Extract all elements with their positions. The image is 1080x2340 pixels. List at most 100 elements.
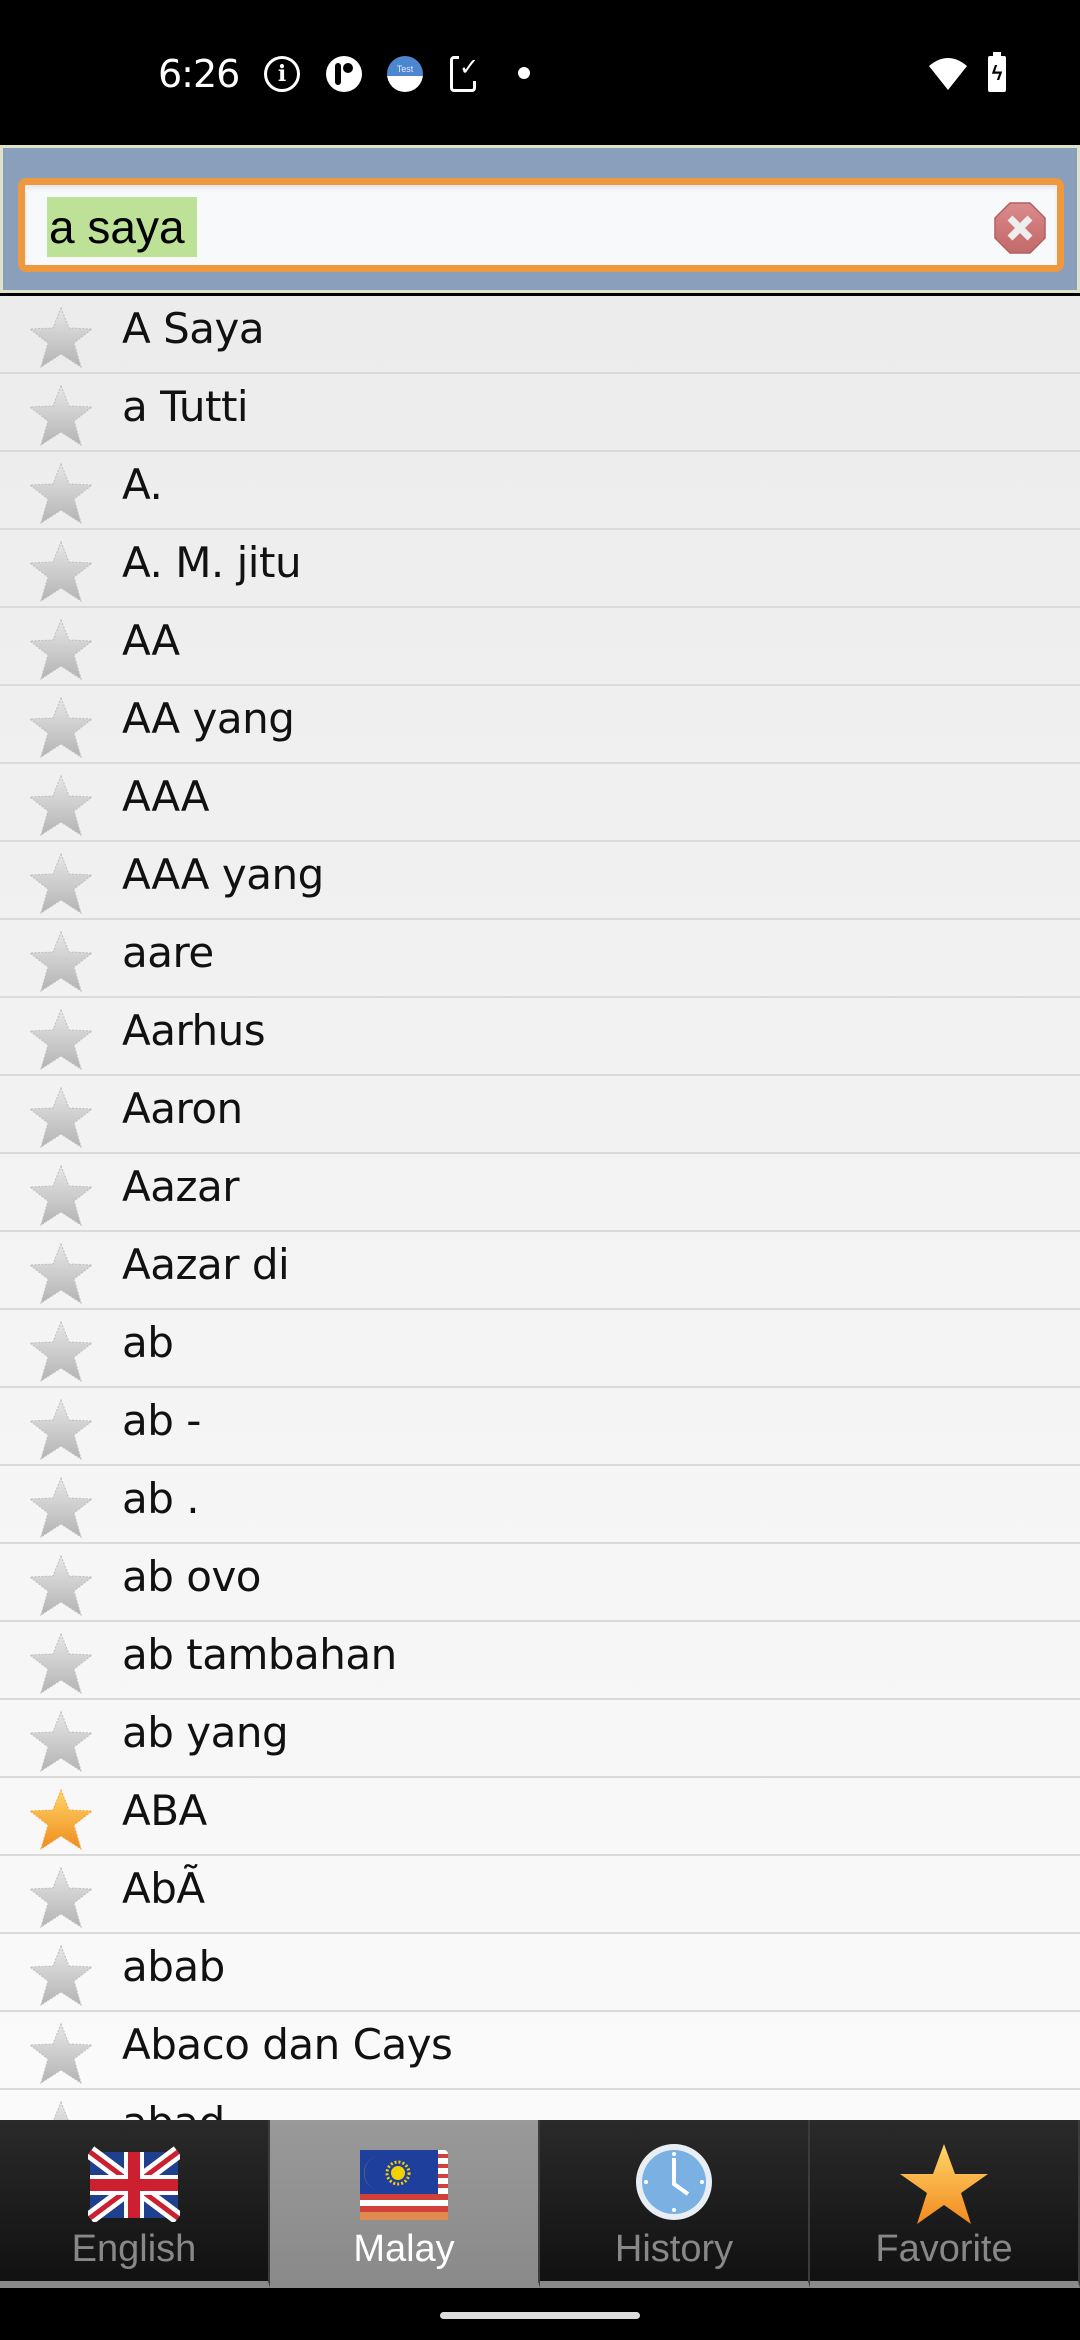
word-text: Aazar di xyxy=(122,1240,290,1289)
word-text: ab yang xyxy=(122,1708,289,1757)
tab-malay[interactable]: Malay xyxy=(270,2120,540,2288)
word-list-item[interactable]: AA xyxy=(0,608,1080,686)
search-panel xyxy=(0,145,1080,293)
word-list-item[interactable]: ab yang xyxy=(0,1700,1080,1778)
word-list-item[interactable]: abad xyxy=(0,2090,1080,2120)
word-list-item[interactable]: ab - xyxy=(0,1388,1080,1466)
word-text: ab - xyxy=(122,1396,201,1445)
word-text: ab tambahan xyxy=(122,1630,397,1679)
word-text: AAA yang xyxy=(122,850,324,899)
notification-dot-icon xyxy=(518,67,530,79)
clock-icon xyxy=(628,2142,720,2222)
favorite-star-empty-icon[interactable] xyxy=(28,540,94,604)
word-list-item[interactable]: Aazar xyxy=(0,1154,1080,1232)
word-text: A Saya xyxy=(122,304,265,353)
favorite-star-empty-icon[interactable] xyxy=(28,774,94,838)
word-text: abab xyxy=(122,1942,225,1991)
favorite-star-empty-icon[interactable] xyxy=(28,2100,94,2120)
favorite-star-filled-icon[interactable] xyxy=(28,1788,94,1852)
word-list-item[interactable]: AAA xyxy=(0,764,1080,842)
navigation-bar xyxy=(0,2288,1080,2340)
tab-favorite-label: Favorite xyxy=(875,2228,1013,2270)
word-text: AbÃ xyxy=(122,1864,205,1913)
favorite-star-empty-icon[interactable] xyxy=(28,306,94,370)
wifi-icon xyxy=(928,56,968,92)
word-list-item[interactable]: AbÃ xyxy=(0,1856,1080,1934)
word-text: Aazar xyxy=(122,1162,240,1211)
word-text: A. xyxy=(122,460,163,509)
word-list-item[interactable]: Aaron xyxy=(0,1076,1080,1154)
tab-english[interactable]: English xyxy=(0,2120,270,2288)
word-text: ABA xyxy=(122,1786,207,1835)
word-list-item[interactable]: ab tambahan xyxy=(0,1622,1080,1700)
word-list-item[interactable]: A. xyxy=(0,452,1080,530)
word-list-item[interactable]: ab . xyxy=(0,1466,1080,1544)
favorite-star-empty-icon[interactable] xyxy=(28,1944,94,2008)
status-bar: 6:26 i Test ϟ xyxy=(0,0,1080,145)
tab-history[interactable]: History xyxy=(540,2120,810,2288)
battery-charging-icon: ϟ xyxy=(988,52,1006,92)
favorite-star-empty-icon[interactable] xyxy=(28,1710,94,1774)
clear-search-button[interactable] xyxy=(993,201,1047,255)
word-text: AAA xyxy=(122,772,210,821)
search-input[interactable] xyxy=(47,197,197,257)
favorite-star-empty-icon[interactable] xyxy=(28,462,94,526)
favorite-star-empty-icon[interactable] xyxy=(28,1866,94,1930)
word-list-item[interactable]: Aarhus xyxy=(0,998,1080,1076)
word-text: abad xyxy=(122,2098,225,2120)
word-list-item[interactable]: Abaco dan Cays xyxy=(0,2012,1080,2090)
word-list-item[interactable]: abab xyxy=(0,1934,1080,2012)
word-text: aare xyxy=(122,928,214,977)
word-list-item[interactable]: a Tutti xyxy=(0,374,1080,452)
star-icon xyxy=(898,2142,990,2224)
word-list-item[interactable]: ab xyxy=(0,1310,1080,1388)
tab-english-label: English xyxy=(71,2228,197,2270)
word-text: Aaron xyxy=(122,1084,243,1133)
word-list-item[interactable]: A. M. jitu xyxy=(0,530,1080,608)
favorite-star-empty-icon[interactable] xyxy=(28,852,94,916)
word-text: ab xyxy=(122,1318,174,1367)
status-time: 6:26 xyxy=(158,52,240,96)
favorite-star-empty-icon[interactable] xyxy=(28,1476,94,1540)
favorite-star-empty-icon[interactable] xyxy=(28,930,94,994)
word-list-item[interactable]: Aazar di xyxy=(0,1232,1080,1310)
word-list-item[interactable]: AA yang xyxy=(0,686,1080,764)
word-list-item[interactable]: A Saya xyxy=(0,296,1080,374)
word-text: AA yang xyxy=(122,694,295,743)
bottom-tab-bar: English Malay History Favorite xyxy=(0,2120,1080,2288)
word-text: Abaco dan Cays xyxy=(122,2020,453,2069)
malaysia-flag-icon xyxy=(358,2142,450,2222)
word-list-item[interactable]: AAA yang xyxy=(0,842,1080,920)
favorite-star-empty-icon[interactable] xyxy=(28,1086,94,1150)
word-text: Aarhus xyxy=(122,1006,266,1055)
favorite-star-empty-icon[interactable] xyxy=(28,1008,94,1072)
favorite-star-empty-icon[interactable] xyxy=(28,1554,94,1618)
test-app-icon: Test xyxy=(387,56,423,92)
favorite-star-empty-icon[interactable] xyxy=(28,1398,94,1462)
word-list-item[interactable]: ab ovo xyxy=(0,1544,1080,1622)
favorite-star-empty-icon[interactable] xyxy=(28,1320,94,1384)
favorite-star-empty-icon[interactable] xyxy=(28,1164,94,1228)
word-text: a Tutti xyxy=(122,382,249,431)
p-app-icon xyxy=(326,56,362,92)
favorite-star-empty-icon[interactable] xyxy=(28,2022,94,2086)
favorite-star-empty-icon[interactable] xyxy=(28,384,94,448)
favorite-star-empty-icon[interactable] xyxy=(28,1242,94,1306)
word-text: A. M. jitu xyxy=(122,538,302,587)
tab-favorite[interactable]: Favorite xyxy=(810,2120,1080,2288)
uk-flag-icon xyxy=(85,2142,183,2224)
word-list[interactable]: A Saya a Tutti A. A. M. jitu AA AA yang … xyxy=(0,296,1080,2120)
favorite-star-empty-icon[interactable] xyxy=(28,618,94,682)
info-icon: i xyxy=(264,56,300,92)
tab-malay-label: Malay xyxy=(353,2228,455,2270)
clear-icon xyxy=(994,202,1046,254)
word-list-item[interactable]: ABA xyxy=(0,1778,1080,1856)
home-gesture-handle[interactable] xyxy=(440,2312,640,2319)
favorite-star-empty-icon[interactable] xyxy=(28,1632,94,1696)
search-box xyxy=(18,178,1064,272)
word-list-item[interactable]: aare xyxy=(0,920,1080,998)
test-app-icon-label: Test xyxy=(396,64,414,74)
favorite-star-empty-icon[interactable] xyxy=(28,696,94,760)
word-text: ab ovo xyxy=(122,1552,262,1601)
word-text: AA xyxy=(122,616,180,665)
